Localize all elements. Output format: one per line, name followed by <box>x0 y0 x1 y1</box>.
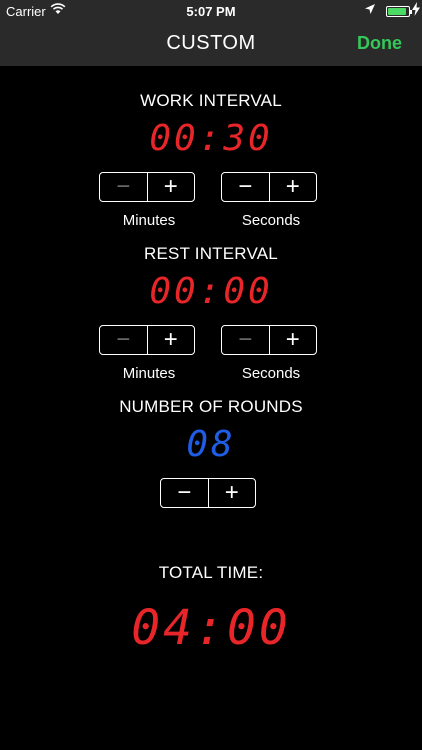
work-minutes-caption: Minutes <box>122 212 176 229</box>
work-seconds-decrement-button[interactable]: − <box>222 173 269 201</box>
rest-minutes-decrement-button[interactable]: − <box>100 326 147 354</box>
rounds-display: 08 <box>186 424 236 465</box>
rounds-label: NUMBER OF ROUNDS <box>119 397 303 416</box>
rounds-increment-button[interactable]: + <box>207 479 256 507</box>
rest-minutes-caption: Minutes <box>122 365 176 382</box>
rest-minutes-increment-button[interactable]: + <box>146 326 195 354</box>
work-minutes-stepper: − + <box>99 172 195 202</box>
rest-minutes-stepper: − + <box>99 325 195 355</box>
done-button[interactable]: Done <box>357 33 402 54</box>
work-seconds-stepper: − + <box>221 172 317 202</box>
rest-seconds-stepper: − + <box>221 325 317 355</box>
navigation-bar: CUSTOM Done <box>0 22 422 66</box>
location-icon <box>364 2 376 19</box>
status-bar: Carrier 5:07 PM <box>0 0 422 22</box>
work-interval-label: WORK INTERVAL <box>140 91 282 110</box>
rest-seconds-increment-button[interactable]: + <box>268 326 317 354</box>
rest-seconds-decrement-button[interactable]: − <box>222 326 269 354</box>
rest-interval-label: REST INTERVAL <box>144 244 278 263</box>
status-time: 5:07 PM <box>186 4 236 19</box>
work-seconds-increment-button[interactable]: + <box>268 173 317 201</box>
work-seconds-caption: Seconds <box>241 212 301 229</box>
rounds-decrement-button[interactable]: − <box>161 479 208 507</box>
battery-icon <box>386 6 412 17</box>
rest-interval-display: 00:00 <box>149 271 273 312</box>
rest-seconds-caption: Seconds <box>241 365 301 382</box>
rounds-stepper: − + <box>160 478 256 508</box>
total-time-label: TOTAL TIME: <box>158 563 264 582</box>
work-minutes-decrement-button[interactable]: − <box>100 173 147 201</box>
total-time-display: 04:00 <box>131 600 291 656</box>
work-minutes-increment-button[interactable]: + <box>146 173 195 201</box>
work-interval-display: 00:30 <box>149 118 273 159</box>
charging-icon <box>412 2 420 19</box>
